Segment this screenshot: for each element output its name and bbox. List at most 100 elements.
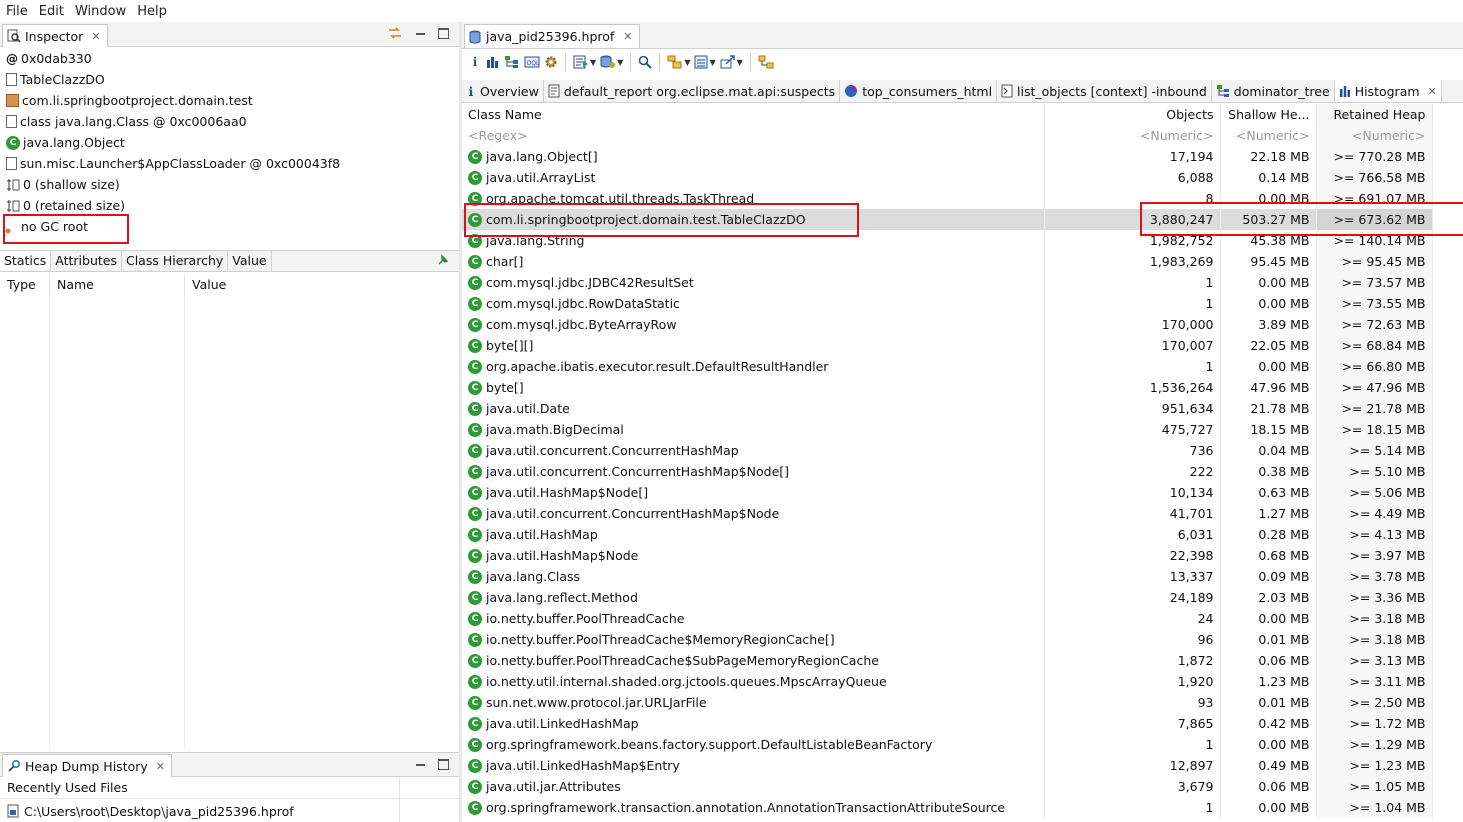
table-row[interactable]: Cjava.math.BigDecimal 475,727 18.15 MB >= 1… bbox=[462, 419, 1433, 440]
subtab-list-objects[interactable]: list_objects [context] -inbound bbox=[997, 80, 1212, 102]
inspector-row-class-name[interactable]: TableClazzDO bbox=[0, 69, 459, 90]
close-icon[interactable]: ✕ bbox=[156, 760, 165, 773]
table-row[interactable]: Cjava.util.ArrayList 6,088 0.14 MB >= 766.5… bbox=[462, 167, 1433, 188]
subtab-default-report[interactable]: default_report org.eclipse.mat.api:suspe… bbox=[544, 80, 841, 102]
table-row[interactable]: Cjava.util.HashMap 6,031 0.28 MB >= 4.13 MB bbox=[462, 524, 1433, 545]
table-row[interactable]: Cjava.util.HashMap$Node 22,398 0.68 MB >= 3… bbox=[462, 545, 1433, 566]
run-report-icon[interactable]: ▼ bbox=[573, 53, 596, 71]
filter-shallow-input[interactable]: <Numeric> bbox=[1220, 125, 1317, 146]
column-shallow-heap[interactable]: Shallow He... bbox=[1220, 104, 1317, 125]
table-row[interactable]: Cjava.util.LinkedHashMap 7,865 0.42 MB >= 1… bbox=[462, 713, 1433, 734]
table-row[interactable]: Ccom.mysql.jdbc.RowDataStatic 1 0.00 MB >= … bbox=[462, 293, 1433, 314]
class-name-cell: Cjava.lang.Class bbox=[462, 566, 1045, 587]
filter-retained-input[interactable]: <Numeric> bbox=[1316, 125, 1433, 146]
tab-value[interactable]: Value bbox=[228, 251, 272, 271]
menu-window[interactable]: Window bbox=[69, 4, 131, 19]
minimize-icon[interactable] bbox=[415, 759, 426, 770]
close-icon[interactable]: ✕ bbox=[1428, 85, 1437, 98]
table-row[interactable]: Cjava.util.jar.Attributes 3,679 0.06 MB >= … bbox=[462, 776, 1433, 797]
calculator-icon[interactable]: ▼ bbox=[694, 53, 716, 71]
table-row[interactable]: Cchar[] 1,983,269 95.45 MB >= 95.45 MB bbox=[462, 251, 1433, 272]
minimize-icon[interactable] bbox=[415, 28, 426, 39]
close-icon[interactable]: ✕ bbox=[623, 30, 632, 43]
table-row[interactable]: Corg.apache.ibatis.executor.result.Defau… bbox=[462, 356, 1433, 377]
close-icon[interactable]: ✕ bbox=[91, 30, 100, 43]
tab-statics[interactable]: Statics bbox=[0, 251, 52, 271]
table-row[interactable]: Corg.springframework.beans.factory.suppo… bbox=[462, 734, 1433, 755]
subtab-top-consumers[interactable]: top_consumers_html bbox=[840, 80, 998, 102]
filter-regex-input[interactable]: <Regex> bbox=[462, 125, 1045, 146]
column-class-name[interactable]: Class Name bbox=[462, 104, 1045, 125]
oql-icon[interactable]: OQL bbox=[524, 53, 540, 71]
subtab-dominator-tree[interactable]: dominator_tree bbox=[1212, 80, 1335, 102]
histogram-icon[interactable] bbox=[486, 53, 500, 71]
column-type[interactable]: Type bbox=[0, 274, 50, 296]
table-row[interactable]: Cio.netty.buffer.PoolThreadCache 24 0.00 M… bbox=[462, 608, 1433, 629]
table-row[interactable]: Cjava.util.HashMap$Node[] 10,134 0.63 MB >=… bbox=[462, 482, 1433, 503]
table-row[interactable]: Cjava.util.concurrent.ConcurrentHashMap$… bbox=[462, 461, 1433, 482]
inspector-tab[interactable]: Inspector ✕ bbox=[2, 24, 108, 47]
subtab-overview[interactable]: i Overview bbox=[462, 80, 544, 102]
menu-edit[interactable]: Edit bbox=[33, 4, 69, 19]
tab-class-hierarchy[interactable]: Class Hierarchy bbox=[121, 251, 229, 271]
menu-file[interactable]: File bbox=[0, 4, 33, 19]
table-row[interactable]: Cio.netty.buffer.PoolThreadCache$MemoryR… bbox=[462, 629, 1433, 650]
fields-divider bbox=[49, 296, 50, 750]
filter-objects-input[interactable]: <Numeric> bbox=[1044, 125, 1221, 146]
shallow-heap-cell: 18.15 MB bbox=[1220, 419, 1317, 440]
maximize-icon[interactable] bbox=[438, 27, 449, 39]
heap-file-icon bbox=[6, 804, 20, 818]
column-objects[interactable]: Objects bbox=[1044, 104, 1221, 125]
class-icon: C bbox=[468, 569, 482, 584]
menu-help[interactable]: Help bbox=[131, 4, 172, 19]
inspector-row-classloader[interactable]: sun.misc.Launcher$AppClassLoader @ 0xc00… bbox=[0, 153, 459, 174]
sync-icon[interactable] bbox=[387, 26, 403, 40]
class-name-text: com.mysql.jdbc.RowDataStatic bbox=[486, 296, 680, 311]
inspector-row-address[interactable]: @ 0x0dab330 bbox=[0, 48, 459, 69]
gear-icon[interactable] bbox=[544, 53, 558, 71]
search-icon[interactable] bbox=[638, 53, 653, 71]
heap-dump-history-label: Heap Dump History bbox=[25, 758, 148, 774]
table-row[interactable]: Ccom.mysql.jdbc.JDBC42ResultSet 1 0.00 MB >… bbox=[462, 272, 1433, 293]
inspector-row-package[interactable]: com.li.springbootproject.domain.test bbox=[0, 90, 459, 111]
table-row[interactable]: Csun.net.www.protocol.jar.URLJarFile 93 0.… bbox=[462, 692, 1433, 713]
pin-icon[interactable] bbox=[437, 254, 449, 266]
subtab-label: default_report org.eclipse.mat.api:suspe… bbox=[563, 83, 836, 99]
compare-icon[interactable] bbox=[758, 53, 774, 71]
maximize-icon[interactable] bbox=[438, 759, 449, 770]
class-name-cell: Cio.netty.buffer.PoolThreadCache bbox=[462, 608, 1045, 629]
inspector-row-superclass[interactable]: C java.lang.Object bbox=[0, 132, 459, 153]
recent-file-item[interactable]: C:\Users\root\Desktop\java_pid25396.hpro… bbox=[0, 800, 294, 822]
inspector-row-class-object[interactable]: class java.lang.Class @ 0xc0006aa0 bbox=[0, 111, 459, 132]
table-row[interactable]: Cjava.util.concurrent.ConcurrentHashMap$… bbox=[462, 503, 1433, 524]
retained-heap-cell: >= 73.57 MB bbox=[1316, 272, 1433, 293]
group-by-icon[interactable]: ▼ bbox=[667, 53, 690, 71]
table-row[interactable]: Cbyte[][] 170,007 22.05 MB >= 68.84 MB bbox=[462, 335, 1433, 356]
table-row[interactable]: Corg.springframework.transaction.annotat… bbox=[462, 797, 1433, 818]
query-browser-icon[interactable]: ▼ bbox=[600, 53, 623, 71]
inspector-row-retained-size[interactable]: 0 (retained size) bbox=[0, 195, 459, 216]
table-row[interactable]: Cjava.util.LinkedHashMap$Entry 12,897 0.49… bbox=[462, 755, 1433, 776]
column-name[interactable]: Name bbox=[50, 274, 185, 296]
info-icon[interactable]: i bbox=[468, 53, 482, 71]
dominator-tree-icon[interactable] bbox=[504, 53, 520, 71]
table-row[interactable]: Cio.netty.util.internal.shaded.org.jctoo… bbox=[462, 671, 1433, 692]
table-row[interactable]: Cio.netty.buffer.PoolThreadCache$SubPage… bbox=[462, 650, 1433, 671]
inspector-row-shallow-size[interactable]: 0 (shallow size) bbox=[0, 174, 459, 195]
table-row[interactable]: Ccom.mysql.jdbc.ByteArrayRow 170,000 3.89 … bbox=[462, 314, 1433, 335]
class-name-cell: Cjava.util.LinkedHashMap$Entry bbox=[462, 755, 1045, 776]
column-retained-heap[interactable]: Retained Heap bbox=[1316, 104, 1433, 125]
table-row[interactable]: Cjava.util.concurrent.ConcurrentHashMap 7… bbox=[462, 440, 1433, 461]
table-row[interactable]: Cjava.util.Date 951,634 21.78 MB >= 21.78 M… bbox=[462, 398, 1433, 419]
table-row[interactable]: Cjava.lang.Class 13,337 0.09 MB >= 3.78 MB bbox=[462, 566, 1433, 587]
subtab-histogram[interactable]: Histogram ✕ bbox=[1334, 80, 1442, 102]
table-row[interactable]: Cjava.lang.Object[] 17,194 22.18 MB >= 770.… bbox=[462, 146, 1433, 167]
editor-tab-hprof[interactable]: java_pid25396.hprof ✕ bbox=[464, 24, 640, 48]
export-icon[interactable]: ▼ bbox=[720, 53, 743, 71]
class-name-cell: Cjava.util.HashMap bbox=[462, 524, 1045, 545]
table-row[interactable]: Cbyte[] 1,536,264 47.96 MB >= 47.96 MB bbox=[462, 377, 1433, 398]
heap-dump-history-tab[interactable]: Heap Dump History ✕ bbox=[2, 754, 172, 777]
column-value[interactable]: Value bbox=[185, 274, 459, 296]
tab-attributes[interactable]: Attributes bbox=[51, 251, 122, 271]
table-row[interactable]: Cjava.lang.reflect.Method 24,189 2.03 MB >=… bbox=[462, 587, 1433, 608]
